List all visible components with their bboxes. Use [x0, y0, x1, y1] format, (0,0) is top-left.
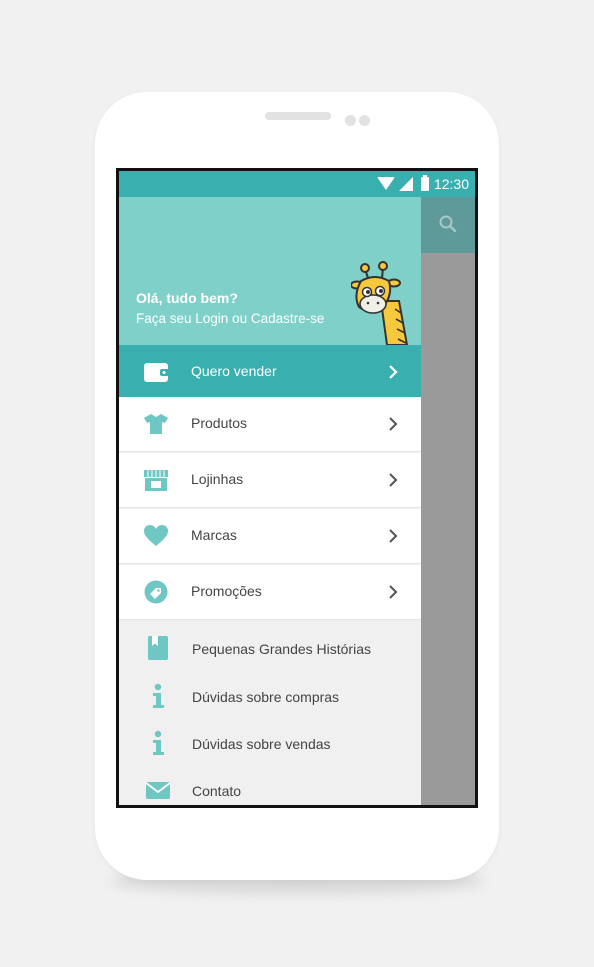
greeting-text: Olá, tudo bem?	[136, 290, 238, 306]
menu-item-label: Quero vender	[191, 363, 277, 379]
menu-item-promocoes[interactable]: Promoções	[119, 565, 421, 620]
menu-item-historias[interactable]: Pequenas Grandes Histórias	[119, 628, 421, 672]
navigation-drawer: Olá, tudo bem? Faça seu Login ou Cadastr…	[119, 197, 421, 805]
drawer-header[interactable]: Olá, tudo bem? Faça seu Login ou Cadastr…	[119, 197, 421, 345]
menu-item-lojinhas[interactable]: Lojinhas	[119, 453, 421, 508]
menu-item-label: Dúvidas sobre vendas	[192, 736, 331, 752]
chevron-right-icon	[389, 365, 398, 379]
battery-icon	[421, 175, 429, 191]
wifi-icon	[377, 177, 395, 190]
info-icon	[153, 683, 164, 708]
signal-icon	[399, 177, 413, 191]
status-bar: 12:30	[119, 171, 475, 197]
menu-item-duvidas-compras[interactable]: Dúvidas sobre compras	[119, 676, 421, 720]
store-icon	[144, 470, 168, 491]
secondary-menu: Pequenas Grandes Histórias Dúvidas sobre…	[119, 620, 421, 805]
shirt-icon	[144, 414, 168, 434]
wallet-icon	[144, 363, 169, 382]
book-icon	[148, 636, 168, 660]
chevron-right-icon	[389, 417, 398, 431]
giraffe-mascot-icon	[351, 261, 409, 345]
menu-item-label: Lojinhas	[191, 471, 244, 487]
menu-item-label: Contato	[192, 783, 242, 799]
status-time: 12:30	[433, 176, 469, 192]
search-icon[interactable]	[437, 213, 459, 235]
menu-item-duvidas-vendas[interactable]: Dúvidas sobre vendas	[119, 723, 421, 767]
tag-icon	[144, 580, 168, 604]
phone-screen: 12:30 Olá, tudo bem? Faça seu Login ou C…	[116, 168, 478, 808]
mail-icon	[145, 782, 171, 799]
sensor	[359, 115, 370, 126]
chevron-right-icon	[389, 473, 398, 487]
content-scrim[interactable]	[421, 197, 475, 805]
menu-item-marcas[interactable]: Marcas	[119, 509, 421, 564]
speaker	[265, 112, 331, 120]
front-camera	[345, 115, 356, 126]
chevron-right-icon	[389, 585, 398, 599]
menu-item-produtos[interactable]: Produtos	[119, 397, 421, 452]
chevron-right-icon	[389, 529, 398, 543]
info-icon	[153, 730, 164, 755]
menu-item-label: Produtos	[191, 415, 248, 431]
login-link[interactable]: Faça seu Login ou Cadastre-se	[136, 311, 324, 326]
menu-item-label: Promoções	[191, 583, 262, 599]
heart-icon	[144, 525, 168, 546]
menu-item-label: Dúvidas sobre compras	[192, 689, 340, 705]
menu-item-contato[interactable]: Contato	[119, 770, 421, 805]
menu-item-quero-vender[interactable]: Quero vender	[119, 345, 421, 400]
menu-item-label: Pequenas Grandes Histórias	[192, 641, 371, 657]
menu-item-label: Marcas	[191, 527, 237, 543]
